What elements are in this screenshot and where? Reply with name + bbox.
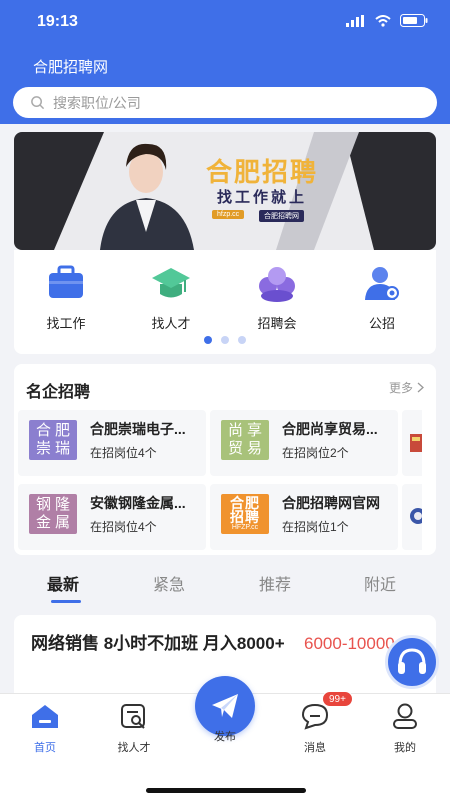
more-label: 更多 <box>388 381 413 395</box>
nav-profile[interactable]: 我的 <box>370 702 440 755</box>
message-badge: 99+ <box>322 691 353 707</box>
company-logo-peek <box>410 434 422 452</box>
briefcase-icon <box>49 265 83 298</box>
quick-nav: 找工作 找人才 招聘会 公招 <box>14 250 436 354</box>
pagination-dot[interactable] <box>238 336 246 344</box>
tab-nearby[interactable]: 附近 <box>364 571 396 595</box>
chevron-right-icon <box>417 382 424 393</box>
logo-subtext: HFZP.cc <box>231 524 259 531</box>
job-salary: 6000-10000 <box>304 634 395 653</box>
group-icon <box>259 267 295 302</box>
tab-recommended[interactable]: 推荐 <box>259 571 291 595</box>
status-time: 19:13 <box>37 13 78 30</box>
company-logo: 合肥崇瑞 <box>29 420 77 460</box>
promo-banner[interactable]: 合肥招聘 找工作就上 hfzp.cc 合肥招聘网 <box>14 132 436 250</box>
paper-plane-icon <box>212 694 238 718</box>
company-logo: 尚享贸易 <box>221 420 269 460</box>
battery-icon <box>400 14 428 27</box>
headset-icon <box>398 648 426 674</box>
quick-item-job-fair[interactable]: 招聘会 <box>237 264 317 332</box>
company-card-peek[interactable] <box>402 410 422 476</box>
company-card[interactable]: 合肥招聘 HFZP.cc 合肥招聘网官网 在招岗位1个 <box>210 484 398 550</box>
company-job-count: 在招岗位1个 <box>282 520 349 534</box>
quick-item-find-job[interactable]: 找工作 <box>26 264 106 332</box>
nav-label: 找人才 <box>117 742 151 754</box>
tab-urgent[interactable]: 紧急 <box>153 571 185 595</box>
customer-service-button[interactable] <box>385 635 439 689</box>
quick-label: 招聘会 <box>257 316 297 331</box>
status-icons <box>346 14 428 27</box>
quick-label: 公招 <box>368 316 395 331</box>
quick-label: 找工作 <box>46 316 86 331</box>
nav-messages[interactable]: 消息 <box>280 702 350 755</box>
quick-item-public-recruit[interactable]: 公招 <box>342 264 422 332</box>
wifi-icon <box>375 14 391 27</box>
company-logo-peek <box>410 508 426 524</box>
banner-pagination <box>14 336 436 344</box>
status-bar: 19:13 <box>0 0 450 46</box>
find-talent-icon <box>121 704 145 729</box>
company-logo: 钢隆金属 <box>29 494 77 534</box>
company-job-count: 在招岗位4个 <box>90 520 157 534</box>
company-job-count: 在招岗位2个 <box>282 446 349 460</box>
quick-label: 找人才 <box>151 316 191 331</box>
bottom-tab-bar: 首页 找人才 发布 消息 99+ 我的 <box>0 676 450 800</box>
nav-label: 消息 <box>304 742 326 754</box>
home-indicator <box>146 788 306 793</box>
section-title: 名企招聘 <box>26 384 91 401</box>
pagination-dot[interactable] <box>204 336 212 344</box>
person-badge-icon <box>365 267 399 300</box>
banner-site: hfzp.cc <box>212 210 245 219</box>
job-tabs: 最新 紧急 推荐 附近 <box>0 556 450 614</box>
header: 19:13 合肥招聘网 搜索职位/公司 <box>0 0 450 124</box>
nav-label: 我的 <box>394 742 416 754</box>
banner-headline: 合肥招聘 <box>206 158 319 188</box>
signal-icon <box>346 14 364 27</box>
company-name: 合肥崇瑞电子... <box>90 421 186 437</box>
nav-find-talent[interactable]: 找人才 <box>99 702 169 755</box>
company-card[interactable]: 尚享贸易 合肥尚享贸易... 在招岗位2个 <box>210 410 398 476</box>
nav-home[interactable]: 首页 <box>10 702 80 755</box>
logo-text: 合肥招聘 <box>230 495 260 525</box>
company-card[interactable]: 钢隆金属 安徽钢隆金属... 在招岗位4个 <box>18 484 206 550</box>
search-bar[interactable]: 搜索职位/公司 <box>13 87 437 118</box>
home-icon <box>32 705 58 728</box>
banner-brand: 合肥招聘网 <box>259 210 304 222</box>
pagination-dot[interactable] <box>221 336 229 344</box>
company-name: 合肥招聘网官网 <box>282 495 380 511</box>
famous-companies-section: 名企招聘 更多 合肥崇瑞 合肥崇瑞电子... 在招岗位4个 尚享贸易 合肥尚享贸… <box>14 364 436 555</box>
banner-subline: 找工作就上 <box>217 189 308 206</box>
publish-label: 发布 <box>214 731 236 743</box>
company-card[interactable]: 合肥崇瑞 合肥崇瑞电子... 在招岗位4个 <box>18 410 206 476</box>
quick-item-find-talent[interactable]: 找人才 <box>131 264 211 332</box>
company-logo: 合肥招聘 HFZP.cc <box>221 494 269 534</box>
job-title: 网络销售 8小时不加班 月入8000+ <box>31 634 285 653</box>
company-name: 安徽钢隆金属... <box>90 495 186 511</box>
graduation-cap-icon <box>152 268 190 298</box>
more-link[interactable]: 更多 <box>389 379 424 396</box>
profile-icon <box>393 703 417 729</box>
tab-latest[interactable]: 最新 <box>47 571 79 595</box>
search-placeholder: 搜索职位/公司 <box>53 94 141 111</box>
search-icon <box>31 96 45 110</box>
app-title: 合肥招聘网 <box>33 59 109 76</box>
company-name: 合肥尚享贸易... <box>282 421 378 437</box>
publish-button[interactable] <box>195 676 255 736</box>
company-card-peek[interactable] <box>402 484 426 550</box>
company-job-count: 在招岗位4个 <box>90 446 157 460</box>
nav-label: 首页 <box>34 742 56 754</box>
active-tab-indicator <box>51 600 81 603</box>
